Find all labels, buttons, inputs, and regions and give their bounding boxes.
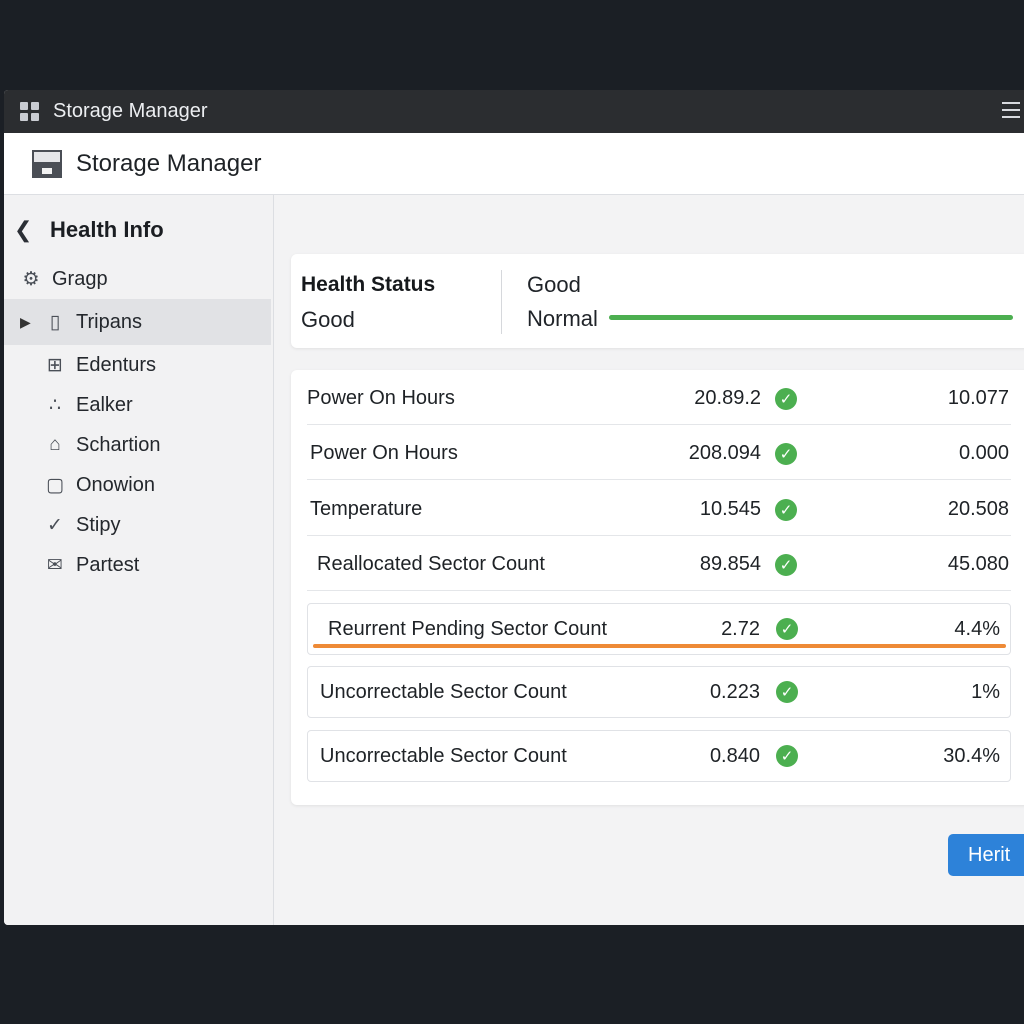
check-circle-icon: ✓: [775, 387, 797, 410]
window-title: Storage Manager: [53, 100, 208, 122]
sidebar-item-edenturs[interactable]: ⊞ Edenturs: [4, 345, 273, 385]
smart-attributes-table: Power On Hours 20.89.2 ✓ 10.077 Power On…: [291, 370, 1024, 805]
sidebar-item-gragp[interactable]: ⚙ Gragp: [4, 259, 273, 299]
mail-icon: ✉: [47, 554, 63, 576]
table-row-warning[interactable]: Reurrent Pending Sector Count 2.72 ✓ 4.4…: [307, 603, 1011, 655]
check-circle-icon: ✓: [775, 498, 797, 521]
check-circle-icon: ✓: [47, 514, 63, 536]
expand-arrow-icon[interactable]: ▶: [20, 314, 34, 331]
attribute-threshold: 30.4%: [943, 744, 1000, 767]
document-icon: ▯: [49, 311, 61, 333]
check-circle-icon: ✓: [776, 681, 798, 703]
sidebar-title: Health Info: [50, 217, 164, 242]
attribute-threshold: 20.508: [947, 498, 1009, 520]
attribute-value: 89.854: [699, 553, 761, 575]
sidebar-item-onowion[interactable]: ▢ Onowion: [4, 465, 273, 505]
sidebar-item-label: Schartion: [76, 433, 161, 456]
attribute-name: Uncorrectable Sector Count: [320, 744, 567, 767]
app-title: Storage Manager: [76, 149, 262, 177]
table-row[interactable]: Temperature 10.545 ✓ 20.508: [307, 484, 1011, 536]
app-grid-icon: [20, 102, 39, 121]
sidebar-header: ❮ Health Info: [4, 201, 273, 259]
divider: [501, 270, 502, 334]
check-circle-icon: ✓: [776, 745, 798, 767]
table-row[interactable]: Reallocated Sector Count 89.854 ✓ 45.080: [307, 539, 1011, 591]
attribute-value: 20.89.2: [694, 387, 761, 409]
attribute-value: 2.72: [721, 617, 760, 640]
health-status-card: Health Status Good Good Normal: [291, 254, 1024, 348]
attribute-name: Uncorrectable Sector Count: [320, 680, 567, 703]
check-circle-icon: ✓: [776, 618, 798, 640]
sidebar-item-schartion[interactable]: ⌂ Schartion: [4, 425, 273, 465]
table-row[interactable]: Uncorrectable Sector Count 0.840 ✓ 30.4%: [307, 730, 1011, 782]
attribute-value: 0.840: [709, 744, 760, 767]
table-row[interactable]: Uncorrectable Sector Count 0.223 ✓ 1%: [307, 666, 1011, 718]
main-panel: Health Status Good Good Normal Power On …: [275, 195, 1024, 925]
sidebar: ❮ Health Info ⚙ Gragp ▶ ▯ Tripans ⊞ Eden…: [4, 195, 274, 925]
attribute-threshold: 4.4%: [954, 617, 1000, 640]
attribute-value: 10.545: [699, 498, 761, 520]
content-area: ❮ Health Info ⚙ Gragp ▶ ▯ Tripans ⊞ Eden…: [4, 195, 1024, 925]
table-row[interactable]: Power On Hours 208.094 ✓ 0.000: [307, 428, 1011, 480]
health-progress-fill: [609, 315, 1013, 320]
sidebar-item-label: Gragp: [52, 267, 108, 290]
health-progress-bar: [609, 315, 1013, 320]
attribute-name: Reallocated Sector Count: [317, 553, 545, 575]
sidebar-item-label: Ealker: [76, 393, 133, 416]
gear-icon: ⚙: [22, 268, 40, 290]
attribute-name: Power On Hours: [307, 387, 455, 409]
grid-icon: ⊞: [47, 354, 63, 376]
check-circle-icon: ✓: [775, 442, 797, 465]
health-status-detail: Good Normal: [527, 272, 598, 332]
attribute-name: Reurrent Pending Sector Count: [328, 617, 608, 640]
sidebar-item-stipy[interactable]: ✓ Stipy: [4, 505, 273, 545]
app-header: Storage Manager: [4, 133, 1024, 195]
table-row[interactable]: Power On Hours 20.89.2 ✓ 10.077: [307, 373, 1011, 425]
attribute-threshold: 0.000: [958, 442, 1009, 464]
drive-icon: [32, 149, 62, 178]
title-bar: Storage Manager: [4, 90, 1024, 133]
chevron-left-icon[interactable]: ❮: [14, 217, 50, 243]
health-status-right-label: Normal: [527, 306, 598, 331]
lock-icon: ▢: [46, 474, 64, 496]
attribute-value: 0.223: [709, 680, 760, 703]
attribute-threshold: 45.080: [947, 553, 1009, 575]
sidebar-item-ealker[interactable]: ∴ Ealker: [4, 385, 273, 425]
sidebar-item-label: Stipy: [76, 513, 121, 536]
folder-icon: ⌂: [49, 434, 61, 455]
sidebar-item-label: Edenturs: [76, 353, 157, 376]
sidebar-item-partest[interactable]: ✉ Partest: [4, 545, 273, 585]
sidebar-item-label: Tripans: [76, 310, 142, 333]
attribute-value: 208.094: [688, 442, 761, 464]
check-circle-icon: ✓: [775, 553, 797, 576]
attribute-name: Power On Hours: [310, 442, 458, 464]
health-status-summary: Health Status Good: [301, 273, 435, 333]
attribute-name: Temperature: [310, 498, 423, 520]
warning-underline: [313, 644, 1006, 648]
hamburger-menu-icon[interactable]: [1002, 102, 1020, 118]
app-window: Storage Manager Storage Manager ❮ Health…: [4, 90, 1024, 925]
sidebar-item-label: Onowion: [76, 473, 155, 496]
health-status-heading: Health Status: [301, 273, 436, 296]
health-status-value: Good: [301, 307, 355, 332]
attribute-threshold: 1%: [971, 680, 1000, 703]
network-icon: ∴: [48, 394, 62, 416]
health-status-right-value: Good: [527, 272, 581, 297]
attribute-threshold: 10.077: [947, 387, 1009, 409]
action-button[interactable]: Herit: [948, 834, 1024, 876]
sidebar-item-label: Partest: [76, 553, 140, 576]
sidebar-item-tripans[interactable]: ▶ ▯ Tripans: [4, 299, 271, 345]
